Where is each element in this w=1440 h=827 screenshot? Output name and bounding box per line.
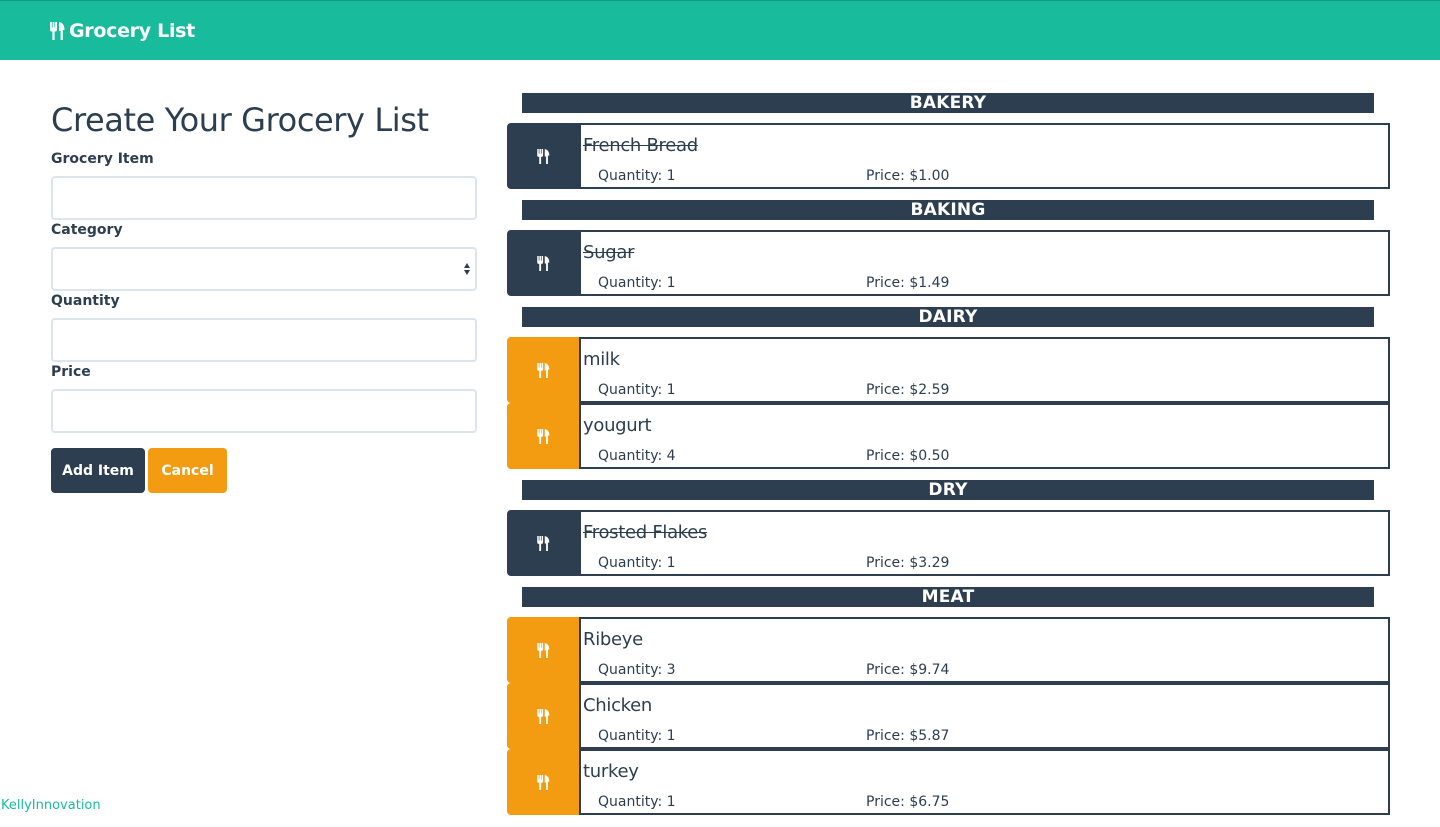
category-items: Ribeye Quantity: 3 Price: $9.74 Chicken Quan… — [507, 617, 1390, 815]
category-header-dry: DRY — [522, 480, 1374, 500]
cutlery-icon — [537, 428, 550, 444]
brand-title: Grocery List — [69, 20, 195, 42]
cutlery-icon — [537, 255, 550, 271]
grocery-item-input[interactable] — [51, 176, 477, 220]
cutlery-icon — [537, 774, 550, 790]
item-details[interactable]: French Bread Quantity: 1 Price: $1.00 — [579, 123, 1390, 189]
item-name: Frosted Flakes — [583, 522, 708, 543]
navbar-brand[interactable]: Grocery List — [50, 19, 195, 43]
item-quantity: Quantity: 1 — [598, 168, 676, 184]
toggle-purchased-button[interactable] — [507, 683, 580, 749]
quantity-input[interactable] — [51, 318, 477, 362]
cutlery-icon — [537, 642, 550, 658]
item-price: Price: $0.50 — [866, 448, 950, 464]
item-name: milk — [583, 349, 620, 370]
item-price: Price: $5.87 — [866, 728, 950, 744]
item-price: Price: $6.75 — [866, 794, 950, 810]
item-price: Price: $9.74 — [866, 662, 950, 678]
quantity-label: Quantity — [51, 293, 120, 309]
grocery-item-label: Grocery Item — [51, 151, 154, 167]
item-quantity: Quantity: 1 — [598, 382, 676, 398]
item-details[interactable]: Sugar Quantity: 1 Price: $1.49 — [579, 230, 1390, 296]
category-items: Sugar Quantity: 1 Price: $1.49 — [507, 230, 1390, 296]
item-quantity: Quantity: 1 — [598, 794, 676, 810]
cutlery-icon — [537, 148, 550, 164]
add-item-button[interactable]: Add Item — [51, 448, 145, 493]
cutlery-icon — [537, 535, 550, 551]
category-items: Frosted Flakes Quantity: 1 Price: $3.29 — [507, 510, 1390, 576]
toggle-purchased-button[interactable] — [507, 403, 580, 469]
navbar: Grocery List — [0, 0, 1440, 60]
item-price: Price: $1.00 — [866, 168, 950, 184]
item-quantity: Quantity: 1 — [598, 728, 676, 744]
footer-credit-link[interactable]: KellyInnovation — [1, 798, 101, 813]
category-items: French Bread Quantity: 1 Price: $1.00 — [507, 123, 1390, 189]
page-title: Create Your Grocery List — [51, 101, 429, 139]
item-name: Chicken — [583, 695, 653, 716]
toggle-purchased-button[interactable] — [507, 617, 580, 683]
category-items: milk Quantity: 1 Price: $2.59 yougurt Quanti… — [507, 337, 1390, 469]
price-label: Price — [51, 364, 91, 380]
item-price: Price: $1.49 — [866, 275, 950, 291]
item-quantity: Quantity: 3 — [598, 662, 676, 678]
item-quantity: Quantity: 1 — [598, 275, 676, 291]
item-name: Ribeye — [583, 629, 643, 650]
grocery-list: BAKERY French Bread Quantity: 1 Price: $1.0… — [507, 93, 1390, 826]
list-item: turkey Quantity: 1 Price: $6.75 — [507, 749, 1390, 815]
item-price: Price: $2.59 — [866, 382, 950, 398]
category-select[interactable] — [51, 247, 477, 291]
list-item: Ribeye Quantity: 3 Price: $9.74 — [507, 617, 1390, 683]
item-details[interactable]: yougurt Quantity: 4 Price: $0.50 — [579, 403, 1390, 469]
cutlery-icon — [50, 22, 65, 40]
price-input[interactable] — [51, 389, 477, 433]
item-name: yougurt — [583, 415, 652, 436]
item-name: French Bread — [583, 135, 698, 156]
cancel-button[interactable]: Cancel — [148, 448, 227, 493]
item-name: turkey — [583, 761, 639, 782]
toggle-purchased-button[interactable] — [507, 230, 580, 296]
list-item: milk Quantity: 1 Price: $2.59 — [507, 337, 1390, 403]
list-item: Chicken Quantity: 1 Price: $5.87 — [507, 683, 1390, 749]
item-price: Price: $3.29 — [866, 555, 950, 571]
item-name: Sugar — [583, 242, 635, 263]
item-details[interactable]: Chicken Quantity: 1 Price: $5.87 — [579, 683, 1390, 749]
item-details[interactable]: Frosted Flakes Quantity: 1 Price: $3.29 — [579, 510, 1390, 576]
item-details[interactable]: Ribeye Quantity: 3 Price: $9.74 — [579, 617, 1390, 683]
item-quantity: Quantity: 4 — [598, 448, 676, 464]
item-details[interactable]: milk Quantity: 1 Price: $2.59 — [579, 337, 1390, 403]
item-quantity: Quantity: 1 — [598, 555, 676, 571]
toggle-purchased-button[interactable] — [507, 123, 580, 189]
category-header-meat: MEAT — [522, 587, 1374, 607]
item-details[interactable]: turkey Quantity: 1 Price: $6.75 — [579, 749, 1390, 815]
toggle-purchased-button[interactable] — [507, 510, 580, 576]
list-item: yougurt Quantity: 4 Price: $0.50 — [507, 403, 1390, 469]
toggle-purchased-button[interactable] — [507, 749, 580, 815]
list-item: Frosted Flakes Quantity: 1 Price: $3.29 — [507, 510, 1390, 576]
select-arrows-icon — [463, 261, 471, 277]
cutlery-icon — [537, 362, 550, 378]
cutlery-icon — [537, 708, 550, 724]
category-header-dairy: DAIRY — [522, 307, 1374, 327]
category-header-baking: BAKING — [522, 200, 1374, 220]
category-header-bakery: BAKERY — [522, 93, 1374, 113]
list-item: French Bread Quantity: 1 Price: $1.00 — [507, 123, 1390, 189]
toggle-purchased-button[interactable] — [507, 337, 580, 403]
category-label: Category — [51, 222, 123, 238]
list-item: Sugar Quantity: 1 Price: $1.49 — [507, 230, 1390, 296]
